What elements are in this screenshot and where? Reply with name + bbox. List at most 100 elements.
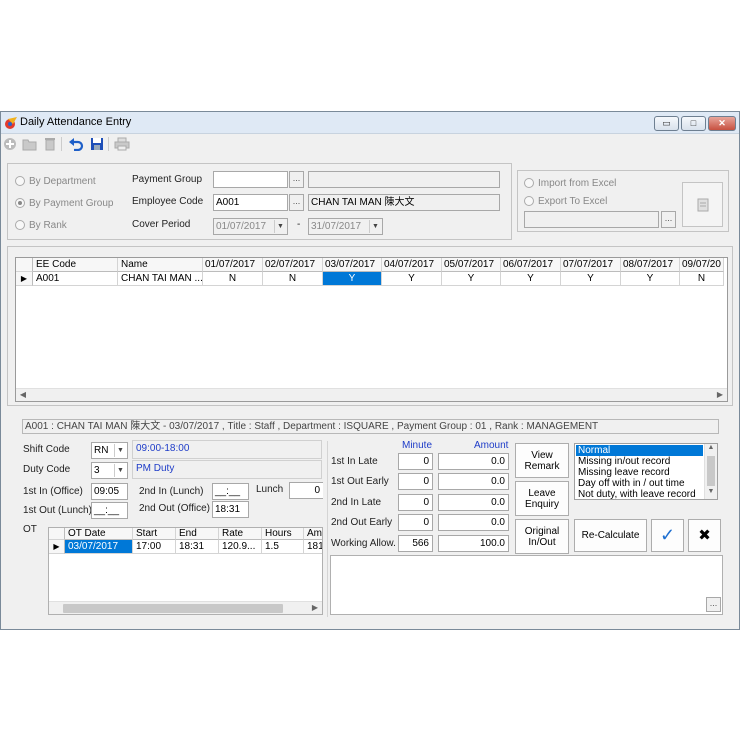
chevron-right-icon[interactable]: ▶ bbox=[713, 389, 727, 401]
grid-cell[interactable]: Y bbox=[561, 272, 621, 286]
recalculate-button[interactable]: Re-Calculate bbox=[574, 519, 647, 552]
grid-horizontal-scrollbar[interactable]: ◀ ▶ bbox=[16, 388, 727, 401]
ot-column-header[interactable]: Rate bbox=[219, 528, 262, 540]
ot-cell[interactable]: 18:31 bbox=[176, 540, 219, 554]
employee-code-input[interactable]: A001 bbox=[213, 194, 288, 211]
summary-minute-input[interactable]: 0 bbox=[398, 514, 433, 531]
status-list-item[interactable]: Missing leave record bbox=[576, 467, 703, 478]
status-list-item[interactable]: Not duty, with leave record bbox=[576, 489, 703, 499]
remark-expand-button[interactable]: ... bbox=[706, 597, 721, 612]
summary-minute-input[interactable]: 0 bbox=[398, 453, 433, 470]
undo-icon[interactable] bbox=[68, 137, 84, 151]
first-in-office-input[interactable]: 09:05 bbox=[91, 483, 128, 500]
chevron-right-icon[interactable]: ▶ bbox=[308, 602, 322, 614]
summary-minute-input[interactable]: 0 bbox=[398, 494, 433, 511]
cancel-button[interactable]: ✖ bbox=[688, 519, 721, 552]
shift-code-select[interactable]: RN ▼ bbox=[91, 442, 128, 459]
grid-cell[interactable]: Y bbox=[442, 272, 501, 286]
ot-row-header[interactable]: ▶ bbox=[49, 540, 65, 554]
first-out-lunch-input[interactable]: __:__ bbox=[91, 502, 128, 519]
remark-textarea[interactable] bbox=[330, 555, 723, 615]
by-department-radio[interactable] bbox=[15, 176, 25, 186]
grid-cell[interactable]: Y bbox=[501, 272, 561, 286]
ot-cell[interactable]: 181 bbox=[304, 540, 322, 554]
payment-group-input[interactable] bbox=[213, 171, 288, 188]
excel-path-input[interactable] bbox=[524, 211, 659, 228]
leave-enquiry-button[interactable]: Leave Enquiry bbox=[515, 481, 569, 516]
summary-amount-input[interactable]: 100.0 bbox=[438, 535, 509, 552]
view-remark-button[interactable]: View Remark bbox=[515, 443, 569, 478]
second-in-lunch-input[interactable]: __:__ bbox=[212, 483, 249, 500]
by-payment-group-radio[interactable] bbox=[15, 198, 25, 208]
export-excel-radio[interactable] bbox=[524, 196, 534, 206]
summary-minute-input[interactable]: 566 bbox=[398, 535, 433, 552]
period-from-picker[interactable]: 01/07/2017 ▼ bbox=[213, 218, 288, 235]
ot-column-header[interactable]: OT Date bbox=[65, 528, 133, 540]
grid-column-header[interactable]: 08/07/2017 bbox=[621, 258, 680, 272]
minimize-button[interactable]: ▭ bbox=[654, 116, 679, 131]
grid-column-header[interactable]: 03/07/2017 bbox=[323, 258, 382, 272]
grid-row-header[interactable]: ▶ bbox=[16, 272, 33, 286]
ot-cell[interactable]: 120.9... bbox=[219, 540, 262, 554]
grid-cell[interactable]: CHAN TAI MAN ... bbox=[118, 272, 203, 286]
ot-column-header[interactable]: Am bbox=[304, 528, 322, 540]
ot-cell[interactable]: 17:00 bbox=[133, 540, 176, 554]
ot-grid[interactable]: OT Date 03/07/2017 Start 17:00 End 18:31 Rate 1… bbox=[48, 527, 323, 615]
ot-column-header[interactable]: Hours bbox=[262, 528, 304, 540]
second-out-office-input[interactable]: 18:31 bbox=[212, 501, 249, 518]
grid-column-header[interactable]: 01/07/2017 bbox=[203, 258, 263, 272]
attendance-grid[interactable]: EE Code A001 Name CHAN TAI MAN ... 01/07/201… bbox=[15, 257, 728, 402]
grid-column-header[interactable]: 04/07/2017 bbox=[382, 258, 442, 272]
save-icon[interactable] bbox=[90, 137, 104, 151]
original-inout-button[interactable]: Original In/Out bbox=[515, 519, 569, 554]
grid-column-header[interactable]: Name bbox=[118, 258, 203, 272]
grid-column-header[interactable]: 06/07/2017 bbox=[501, 258, 561, 272]
print-icon[interactable] bbox=[114, 137, 130, 151]
grid-column-header[interactable]: 02/07/2017 bbox=[263, 258, 323, 272]
by-rank-radio[interactable] bbox=[15, 220, 25, 230]
ot-horizontal-scrollbar[interactable]: ▶ bbox=[49, 601, 322, 614]
employee-code-lookup-button[interactable]: ... bbox=[289, 194, 304, 211]
status-listbox[interactable]: ▲ ▼ Normal Missing in/out record Missing l… bbox=[574, 443, 718, 500]
excel-browse-button[interactable]: ... bbox=[661, 211, 676, 228]
period-to-picker[interactable]: 31/07/2017 ▼ bbox=[308, 218, 383, 235]
payment-group-lookup-button[interactable]: ... bbox=[289, 171, 304, 188]
summary-amount-input[interactable]: 0.0 bbox=[438, 473, 509, 490]
add-icon[interactable] bbox=[3, 137, 17, 151]
ot-scroll-thumb[interactable] bbox=[63, 604, 283, 613]
ot-column-header[interactable]: Start bbox=[133, 528, 176, 540]
status-list-scroll-thumb[interactable] bbox=[707, 456, 715, 486]
chevron-down-icon[interactable]: ▼ bbox=[705, 488, 717, 498]
status-list-item[interactable]: Day off with in / out time bbox=[576, 478, 703, 489]
lunch-input[interactable]: 0 bbox=[289, 482, 323, 499]
ot-cell[interactable]: 03/07/2017 bbox=[65, 540, 133, 554]
chevron-up-icon[interactable]: ▲ bbox=[705, 444, 717, 454]
delete-icon[interactable] bbox=[43, 137, 57, 151]
confirm-button[interactable]: ✓ bbox=[651, 519, 684, 552]
import-excel-radio[interactable] bbox=[524, 178, 534, 188]
status-list-item[interactable]: Missing in/out record bbox=[576, 456, 703, 467]
grid-cell[interactable]: A001 bbox=[33, 272, 118, 286]
grid-cell[interactable]: N bbox=[263, 272, 323, 286]
excel-process-button[interactable] bbox=[682, 182, 723, 227]
grid-cell[interactable]: Y bbox=[323, 272, 382, 286]
summary-amount-input[interactable]: 0.0 bbox=[438, 494, 509, 511]
status-list-item[interactable]: Normal bbox=[576, 445, 703, 456]
ot-cell[interactable]: 1.5 bbox=[262, 540, 304, 554]
status-list-scrollbar[interactable]: ▲ ▼ bbox=[704, 444, 717, 499]
open-folder-icon[interactable] bbox=[22, 137, 38, 151]
grid-cell[interactable]: N bbox=[680, 272, 724, 286]
grid-cell[interactable]: N bbox=[203, 272, 263, 286]
close-button[interactable]: ✕ bbox=[708, 116, 736, 131]
summary-amount-input[interactable]: 0.0 bbox=[438, 453, 509, 470]
summary-minute-input[interactable]: 0 bbox=[398, 473, 433, 490]
grid-column-header[interactable]: 05/07/2017 bbox=[442, 258, 501, 272]
grid-cell[interactable]: Y bbox=[382, 272, 442, 286]
grid-column-header[interactable]: 09/07/20 bbox=[680, 258, 724, 272]
chevron-left-icon[interactable]: ◀ bbox=[16, 389, 30, 401]
grid-cell[interactable]: Y bbox=[621, 272, 680, 286]
summary-amount-input[interactable]: 0.0 bbox=[438, 514, 509, 531]
maximize-button[interactable]: □ bbox=[681, 116, 706, 131]
ot-column-header[interactable]: End bbox=[176, 528, 219, 540]
duty-code-select[interactable]: 3 ▼ bbox=[91, 462, 128, 479]
